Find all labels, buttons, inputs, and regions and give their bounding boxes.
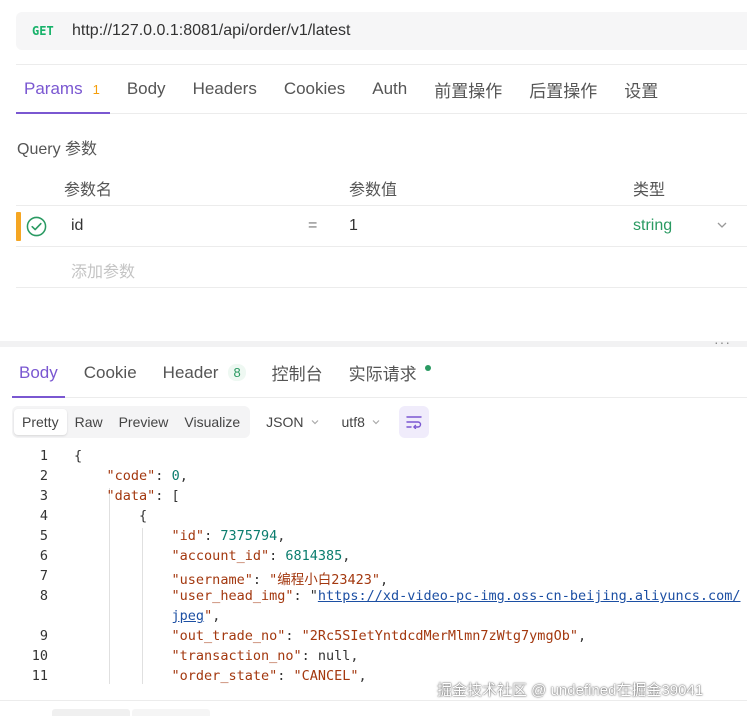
tab-label: Cookie [83,362,137,382]
http-method[interactable]: GET [32,24,72,38]
url-input[interactable]: http://127.0.0.1:8081/api/order/v1/lates… [72,22,350,40]
line-number: 10 [31,648,48,664]
watermark: 掘金技术社区 @ undefined在掘金39041 [437,682,704,699]
view-pretty-button[interactable]: Pretty [14,409,67,435]
tab-label: 实际请求 [348,365,417,384]
column-header-value: 参数值 [349,182,398,199]
param-name-field[interactable]: id [71,217,83,235]
view-mode-group: Pretty Raw Preview Visualize [12,406,251,438]
table-row: id = 1 string [16,206,747,247]
code-line: jpeg", [171,608,221,624]
view-raw-button[interactable]: Raw [67,409,111,435]
line-number: 1 [39,448,48,464]
tab-label: 设置 [624,81,659,101]
tab-actual-request[interactable]: 实际请求 [349,348,431,397]
tab-label: Body [19,362,58,382]
code-line: "transaction_no": null, [171,648,359,664]
column-header-type: 类型 [633,182,666,199]
tab-console[interactable]: 控制台 [272,348,323,397]
view-visualize-button[interactable]: Visualize [176,409,248,435]
param-value-field[interactable]: 1 [349,217,358,235]
encoding-select[interactable]: utf8 [342,414,381,430]
wrap-icon [406,416,422,429]
table-header: 参数名 参数值 类型 [16,166,747,206]
tab-label: 控制台 [271,365,323,384]
check-circle-icon[interactable] [26,216,47,237]
tab-label: Body [126,79,166,98]
code-line: "account_id": 6814385, [171,548,351,564]
chevron-down-icon[interactable] [716,219,728,231]
line-number: 8 [39,588,48,604]
bottom-tab[interactable] [132,709,210,716]
params-count-badge: 1 [92,81,100,97]
tab-headers[interactable]: Headers [193,65,257,113]
code-line: "code": 0, [106,468,188,484]
chevron-down-icon [372,420,380,425]
query-section-title: Query 参数 [17,141,98,158]
tab-label: Cookies [283,79,346,98]
code-line: "order_state": "CANCEL", [171,668,367,684]
query-params-table: 参数名 参数值 类型 id = 1 string 添加参数 [16,166,747,288]
header-count-badge: 8 [228,364,246,381]
tab-response-header[interactable]: Header 8 [163,348,246,397]
code-line: "out_trade_no": "2Rc5SIetYntdcdMerMlmn7z… [171,628,587,644]
tab-settings[interactable]: 设置 [624,65,658,113]
tab-label: Auth [372,79,408,98]
encoding-value: utf8 [341,414,365,430]
tab-body[interactable]: Body [127,65,166,113]
line-number: 7 [39,568,48,584]
tab-label: 前置操作 [434,81,503,101]
tab-label: Headers [192,79,257,98]
language-value: JSON [266,414,304,430]
tab-params[interactable]: Params 1 [16,65,110,114]
param-type-select[interactable]: string [633,217,672,235]
code-line: "data": [ [106,488,180,504]
request-tabs: Params 1 Body Headers Cookies Auth 前置操作 … [16,64,747,114]
code-line: "user_head_img": "https://xd-video-pc-im… [171,588,741,604]
row-drag-handle[interactable] [16,212,21,241]
tab-auth[interactable]: Auth [372,65,407,113]
code-line: "username": "编程小白23423", [171,572,389,588]
column-header-name: 参数名 [64,182,113,199]
url-bar[interactable]: GET http://127.0.0.1:8081/api/order/v1/l… [16,12,747,50]
response-code-viewer[interactable]: 1 {2 "code": 0, 3 "data": [ 4 {5 "id": 7375… [12,448,747,684]
add-param-row[interactable]: 添加参数 [16,247,747,288]
line-number: 3 [39,488,48,504]
line-number: 11 [31,668,48,684]
line-number: 2 [39,468,48,484]
tab-response-body[interactable]: Body [12,348,65,398]
tab-response-cookie[interactable]: Cookie [84,348,137,397]
tab-post-operations[interactable]: 后置操作 [529,65,597,113]
chevron-down-icon [311,420,318,425]
add-param-placeholder[interactable]: 添加参数 [71,258,135,282]
language-select[interactable]: JSON [266,414,319,430]
status-dot [424,364,431,371]
line-number: 4 [39,508,48,524]
line-number: 5 [39,528,48,544]
code-line: { [74,448,83,464]
tab-label: Header [162,362,219,382]
tab-label: 后置操作 [529,81,598,101]
line-number: 9 [39,628,48,644]
tab-pre-operations[interactable]: 前置操作 [434,65,502,113]
param-operator: = [308,217,318,234]
bottom-bar [0,700,747,716]
tab-cookies[interactable]: Cookies [284,65,345,113]
bottom-tab[interactable] [52,709,130,716]
code-line: "id": 7375794, [171,528,286,544]
format-toolbar: Pretty Raw Preview Visualize JSON utf8 [12,406,429,438]
line-number: 6 [39,548,48,564]
response-tabs: Body Cookie Header 8 控制台 实际请求 [12,348,747,398]
word-wrap-button[interactable] [398,406,429,438]
tab-label: Params [24,79,83,98]
view-preview-button[interactable]: Preview [111,409,177,435]
panel-splitter[interactable] [0,341,747,347]
code-line: { [74,508,148,524]
